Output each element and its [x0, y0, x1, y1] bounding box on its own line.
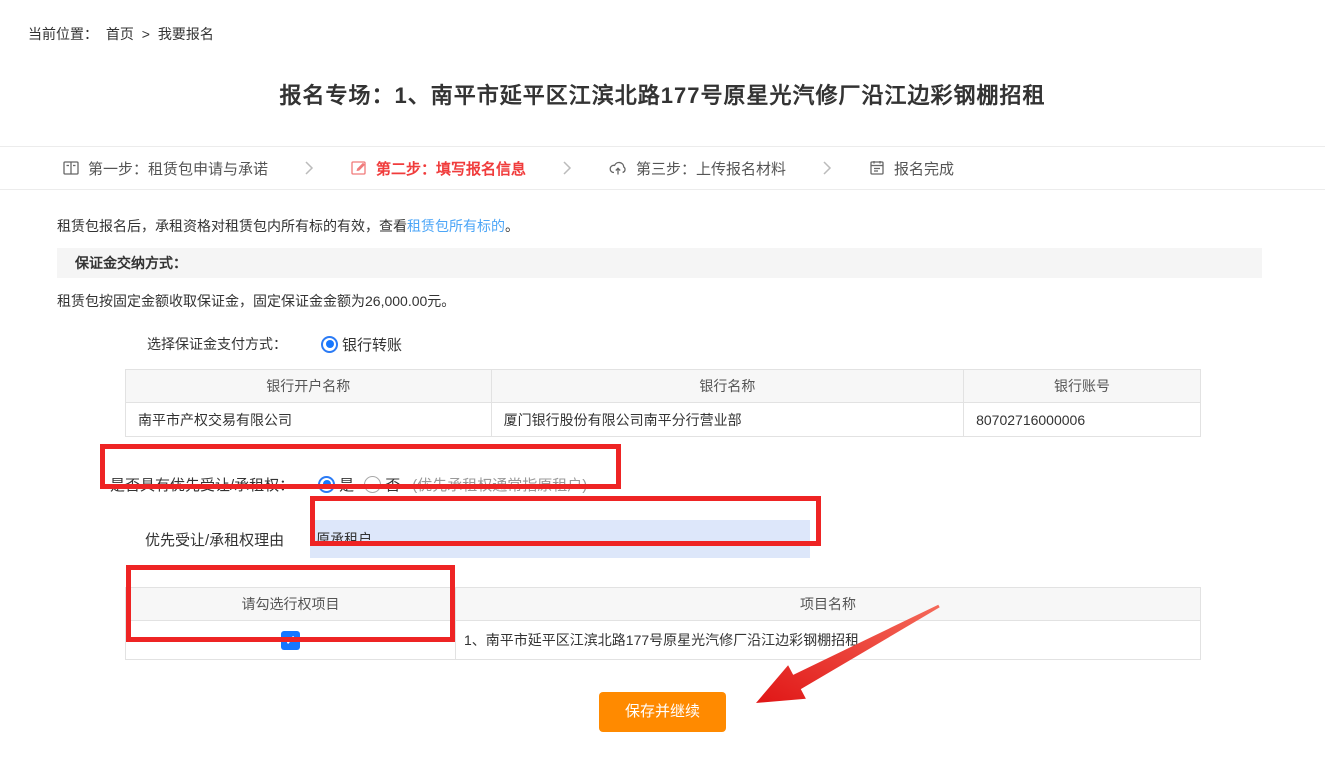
step-3: 第三步：上传报名材料 [608, 158, 786, 179]
step-indicator: 第一步：租赁包申请与承诺 第二步：填写报名信息 第三步：上传报名材料 [0, 146, 1325, 190]
notice-text: 租赁包报名后，承租资格对租赁包内所有标的有效，查看 [57, 218, 407, 234]
bank-table-header-bank-name: 银行名称 [491, 370, 964, 403]
project-table-header-select: 请勾选行权项目 [126, 588, 456, 621]
step-1: 第一步：租赁包申请与承诺 [62, 158, 268, 179]
actions-row: 保存并继续 [0, 692, 1325, 732]
page-title: 报名专场：1、南平市延平区江滨北路177号原星光汽修厂沿江边彩钢棚招租 [0, 78, 1325, 110]
bank-transfer-label: 银行转账 [342, 334, 402, 355]
save-and-continue-button[interactable]: 保存并继续 [599, 692, 726, 732]
step-1-label: 第一步：租赁包申请与承诺 [88, 158, 268, 179]
bank-table-header-account-no: 银行账号 [964, 370, 1201, 403]
step-3-label: 第三步：上传报名材料 [636, 158, 786, 179]
chevron-right-icon [562, 160, 572, 176]
priority-right-row: 是否具有优先受让/承租权： 是 否 (优先承租权通常指原租户) [110, 465, 1325, 503]
bank-table-header-account-name: 银行开户名称 [126, 370, 492, 403]
priority-question-label: 是否具有优先受让/承租权： [110, 474, 294, 495]
package-notice: 租赁包报名后，承租资格对租赁包内所有标的有效，查看租赁包所有标的。 [57, 216, 1325, 236]
priority-hint: (优先承租权通常指原租户) [412, 474, 587, 495]
deposit-fixed-amount: 租赁包按固定金额收取保证金，固定保证金金额为26,000.00元。 [57, 291, 1325, 311]
priority-no-radio[interactable] [364, 476, 381, 493]
table-row: 南平市产权交易有限公司 厦门银行股份有限公司南平分行营业部 8070271600… [126, 403, 1201, 437]
payment-method-label: 选择保证金支付方式： [147, 334, 287, 354]
breadcrumb-label: 当前位置： [28, 26, 98, 42]
notice-period: 。 [505, 218, 519, 234]
chevron-right-icon [822, 160, 832, 176]
breadcrumb-current: 我要报名 [158, 26, 214, 42]
bank-account-name: 南平市产权交易有限公司 [126, 403, 492, 437]
project-checkbox-checked[interactable]: ✓ [281, 631, 300, 650]
step-2: 第二步：填写报名信息 [350, 158, 526, 179]
bank-account-table: 银行开户名称 银行名称 银行账号 南平市产权交易有限公司 厦门银行股份有限公司南… [125, 369, 1201, 437]
bank-transfer-radio[interactable] [321, 336, 338, 353]
priority-no-label: 否 [385, 474, 400, 495]
breadcrumb: 当前位置： 首页 > 我要报名 [0, 0, 1325, 44]
deposit-section-title: 保证金交纳方式： [57, 248, 1262, 278]
chevron-right-icon [304, 160, 314, 176]
priority-reason-row: 优先受让/承租权理由 [145, 515, 1325, 563]
priority-reason-input[interactable] [310, 520, 810, 558]
clipboard-done-icon [868, 159, 886, 177]
priority-yes-label: 是 [339, 474, 354, 495]
breadcrumb-separator: > [142, 26, 150, 42]
priority-yes-radio[interactable] [318, 476, 335, 493]
payment-method-row: 选择保证金支付方式： 银行转账 [147, 333, 1325, 355]
project-table-header-name: 项目名称 [456, 588, 1201, 621]
checkmark-icon: ✓ [285, 632, 297, 649]
step-4-label: 报名完成 [894, 158, 954, 179]
bank-account-number: 80702716000006 [964, 403, 1201, 437]
bank-name: 厦门银行股份有限公司南平分行营业部 [491, 403, 964, 437]
step-2-label: 第二步：填写报名信息 [376, 158, 526, 179]
breadcrumb-home-link[interactable]: 首页 [106, 26, 134, 42]
step-4: 报名完成 [868, 158, 954, 179]
table-row: ✓ 1、南平市延平区江滨北路177号原星光汽修厂沿江边彩钢棚招租 [126, 621, 1201, 660]
edit-pencil-icon [350, 159, 368, 177]
ledger-book-icon [62, 159, 80, 177]
project-name: 1、南平市延平区江滨北路177号原星光汽修厂沿江边彩钢棚招租 [456, 621, 1201, 660]
project-selection-table: 请勾选行权项目 项目名称 ✓ 1、南平市延平区江滨北路177号原星光汽修厂沿江边… [125, 587, 1201, 660]
cloud-upload-icon [608, 159, 628, 177]
all-targets-link[interactable]: 租赁包所有标的 [407, 218, 505, 234]
priority-reason-label: 优先受让/承租权理由 [145, 529, 284, 550]
